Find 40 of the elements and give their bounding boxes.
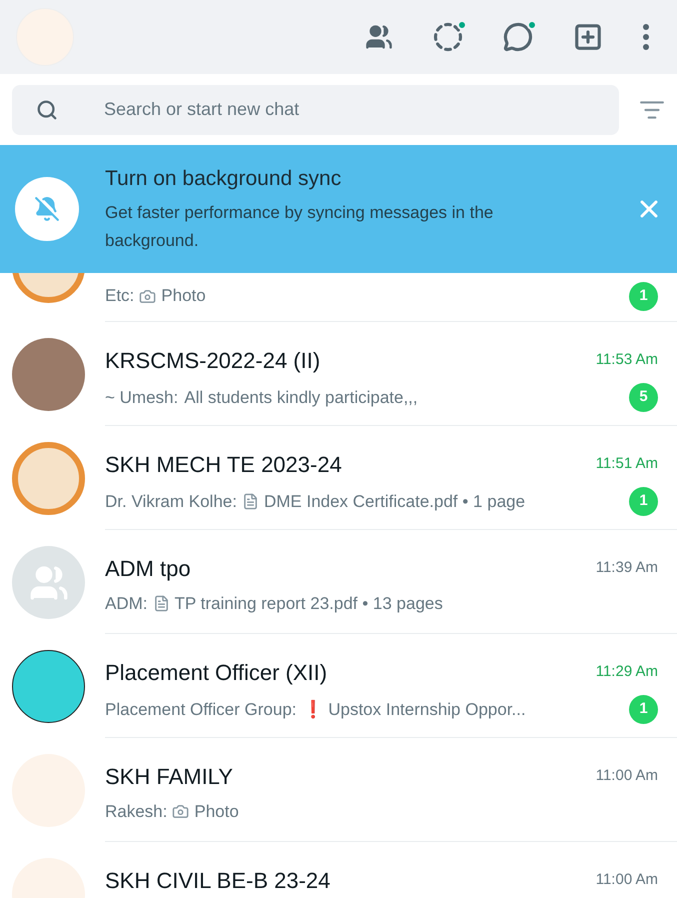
- chat-time: 11:00 Am: [596, 766, 658, 786]
- chat-time: 11:29 Am: [596, 662, 658, 682]
- chat-name: SKH CIVIL BE-B 23-24: [105, 867, 330, 895]
- unread-count-badge: 5: [629, 383, 658, 412]
- unread-count-badge: 1: [629, 695, 658, 724]
- unread-count-badge: 1: [629, 282, 658, 310]
- chat-name: Placement Officer (XII): [105, 659, 328, 687]
- banner-title: Turn on background sync: [105, 166, 342, 192]
- search-icon: [36, 98, 58, 120]
- document-icon: [152, 595, 170, 612]
- menu-button[interactable]: [643, 24, 649, 50]
- message-preview: Photo: [194, 801, 239, 823]
- message-preview: All students kindly participate,,,: [184, 386, 418, 409]
- message-preview: ❗ Upstox Internship Oppor...: [302, 698, 526, 721]
- banner-message: Get faster performance by syncing messages in the background.: [105, 202, 494, 252]
- message-preview: Photo: [161, 285, 206, 308]
- chat-name: SKH FAMILY: [105, 763, 233, 791]
- chat-name: ADM tpo: [105, 555, 191, 583]
- message-sender: Dr. Vikram Kolhe:: [105, 490, 237, 513]
- camera-icon: [172, 803, 190, 820]
- chat-time: 11:51 Am: [596, 454, 658, 474]
- chat-name: SKH MECH TE 2023-24: [105, 451, 342, 479]
- document-icon: [242, 493, 259, 510]
- message-preview: DME Index Certificate.pdf • 1 page: [264, 490, 526, 513]
- chat-name: KRSCMS-2022-24 (II): [105, 347, 320, 375]
- chat-time: 11:00 Am: [596, 870, 658, 890]
- message-preview: TP training report 23.pdf • 13 pages: [174, 593, 443, 615]
- message-sender: Rakesh:: [105, 801, 168, 823]
- message-sender: Etc:: [105, 285, 134, 308]
- communities-button[interactable]: [365, 23, 393, 51]
- menu-icon: [643, 24, 649, 50]
- new-chat-button[interactable]: [573, 22, 603, 52]
- message-sender: ~ Umesh:: [105, 386, 178, 409]
- chat-time: 11:39 Am: [596, 558, 658, 578]
- camera-icon: [139, 288, 156, 304]
- chat-time: 11:53 Am: [596, 350, 658, 370]
- unread-count-badge: 1: [629, 487, 658, 516]
- message-sender: Placement Officer Group:: [105, 698, 296, 721]
- search-bar[interactable]: Search or start new chat: [12, 84, 619, 134]
- message-sender: ADM:: [105, 593, 148, 615]
